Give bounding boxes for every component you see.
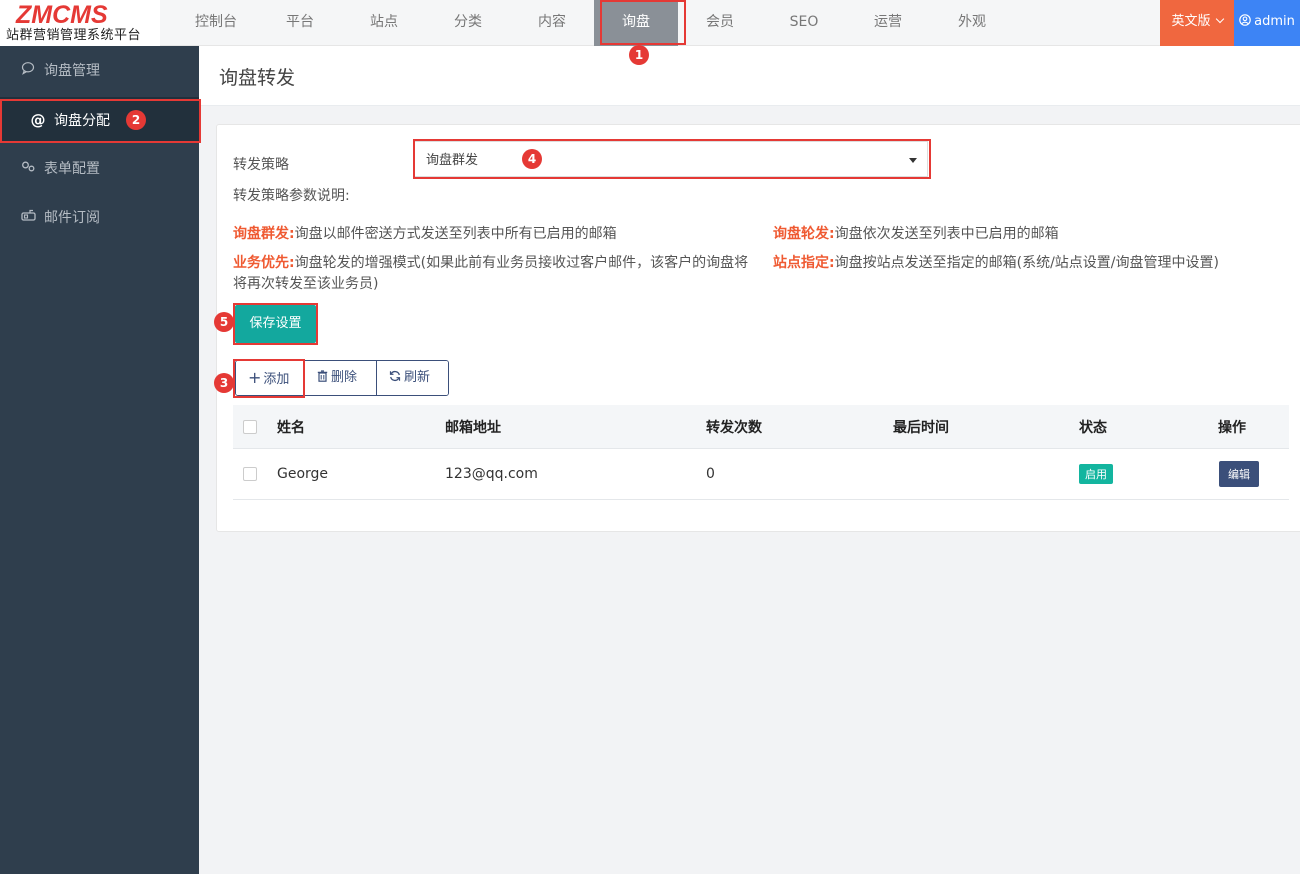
nav-dashboard[interactable]: 控制台: [174, 0, 258, 46]
desc-text: 询盘以邮件密送方式发送至列表中所有已启用的邮箱: [294, 226, 617, 242]
nav-category[interactable]: 分类: [426, 0, 510, 46]
chevron-down-icon: [1215, 14, 1224, 24]
desc-text: 询盘依次发送至列表中已启用的邮箱: [834, 226, 1059, 242]
cell-forward-count: 0: [706, 466, 715, 482]
refresh-button-label: 刷新: [404, 370, 431, 385]
logo[interactable]: ZMCMS 站群营销管理系统平台: [0, 0, 160, 46]
edit-button[interactable]: 编辑: [1219, 461, 1259, 487]
header-status[interactable]: 状态: [1079, 405, 1107, 448]
header-name[interactable]: 姓名: [277, 405, 305, 448]
select-all-checkbox[interactable]: [243, 405, 257, 448]
sidebar-item-inquiry-management[interactable]: 询盘管理: [0, 48, 199, 94]
desc-key: 站点指定:: [773, 255, 835, 271]
nav-sites[interactable]: 站点: [342, 0, 426, 46]
header-forward-count[interactable]: 转发次数: [706, 405, 762, 448]
desc-key: 询盘轮发:: [773, 226, 835, 242]
strategy-label: 转发策略: [233, 157, 289, 173]
step-marker-5: 5: [214, 312, 234, 332]
nav-members[interactable]: 会员: [678, 0, 762, 46]
sidebar-item-email-subscription[interactable]: 邮件订阅: [0, 195, 199, 241]
trash-icon: [317, 370, 328, 382]
table-row: George 123@qq.com 0 启用 编辑: [233, 449, 1289, 500]
delete-button-label: 删除: [331, 370, 358, 385]
refresh-button[interactable]: 刷新: [377, 361, 448, 395]
nav-seo[interactable]: SEO: [762, 0, 846, 46]
page-header: 询盘转发: [199, 46, 1300, 106]
header-last-time[interactable]: 最后时间: [893, 405, 949, 448]
chat-icon: [20, 48, 36, 94]
highlight-add-button: [233, 359, 305, 398]
nav-platform[interactable]: 平台: [258, 0, 342, 46]
user-circle-icon: [1239, 14, 1251, 26]
header-email[interactable]: 邮箱地址: [445, 405, 501, 448]
step-marker-2: 2: [126, 110, 146, 130]
desc-mass-send: 询盘群发:询盘以邮件密送方式发送至列表中所有已启用的邮箱: [233, 224, 753, 245]
logo-subtitle: 站群营销管理系统平台: [6, 28, 142, 43]
sidebar: 询盘管理 @ 询盘分配 表单配置 邮件订阅: [0, 46, 199, 874]
recipient-table: 姓名 邮箱地址 转发次数 最后时间 状态 操作 George 123@qq.co…: [233, 405, 1289, 500]
param-desc-label: 转发策略参数说明:: [233, 188, 350, 204]
highlight-strategy-select: [413, 139, 931, 179]
highlight-save-button: [233, 303, 318, 345]
highlight-nav-inquiry: [600, 0, 686, 45]
desc-text: 询盘按站点发送至指定的邮箱(系统/站点设置/询盘管理中设置): [834, 255, 1219, 271]
sidebar-item-form-config[interactable]: 表单配置: [0, 146, 199, 192]
desc-key: 业务优先:: [233, 255, 295, 271]
desc-sales-priority: 业务优先:询盘轮发的增强模式(如果此前有业务员接收过客户邮件，该客户的询盘将将再…: [233, 253, 753, 295]
desc-round-robin: 询盘轮发:询盘依次发送至列表中已启用的邮箱: [773, 224, 1273, 245]
nav-appearance[interactable]: 外观: [930, 0, 1014, 46]
desc-text: 询盘轮发的增强模式(如果此前有业务员接收过客户邮件，该客户的询盘将将再次转发至该…: [233, 255, 749, 292]
step-marker-4: 4: [522, 149, 542, 169]
header-actions: 操作: [1218, 419, 1246, 436]
page-title: 询盘转发: [219, 67, 296, 89]
delete-button[interactable]: 删除: [305, 361, 377, 395]
language-label: 英文版: [1171, 14, 1211, 29]
step-marker-3: 3: [214, 373, 234, 393]
desc-key: 询盘群发:: [233, 226, 295, 242]
step-marker-1: 1: [629, 45, 649, 65]
user-menu[interactable]: admin: [1234, 0, 1300, 46]
desc-site-specified: 站点指定:询盘按站点发送至指定的邮箱(系统/站点设置/询盘管理中设置): [773, 253, 1273, 274]
main-nav: 控制台 平台 站点 分类 内容 询盘 会员 SEO 运营 外观: [174, 0, 1014, 46]
sidebar-item-label: 邮件订阅: [44, 210, 100, 226]
language-dropdown[interactable]: 英文版: [1160, 0, 1234, 46]
refresh-icon: [389, 370, 401, 382]
row-checkbox[interactable]: [243, 449, 257, 499]
status-badge[interactable]: 启用: [1079, 464, 1113, 484]
cell-email: 123@qq.com: [445, 466, 538, 482]
highlight-sidebar-distribution: [0, 99, 201, 143]
mailbox-icon: [20, 195, 36, 241]
user-name: admin: [1254, 14, 1295, 29]
nav-operations[interactable]: 运营: [846, 0, 930, 46]
nav-content[interactable]: 内容: [510, 0, 594, 46]
sidebar-item-label: 表单配置: [44, 161, 100, 177]
gears-icon: [20, 146, 36, 192]
table-header: 姓名 邮箱地址 转发次数 最后时间 状态 操作: [233, 405, 1289, 449]
cell-name: George: [277, 466, 329, 482]
sidebar-item-label: 询盘管理: [44, 63, 100, 79]
